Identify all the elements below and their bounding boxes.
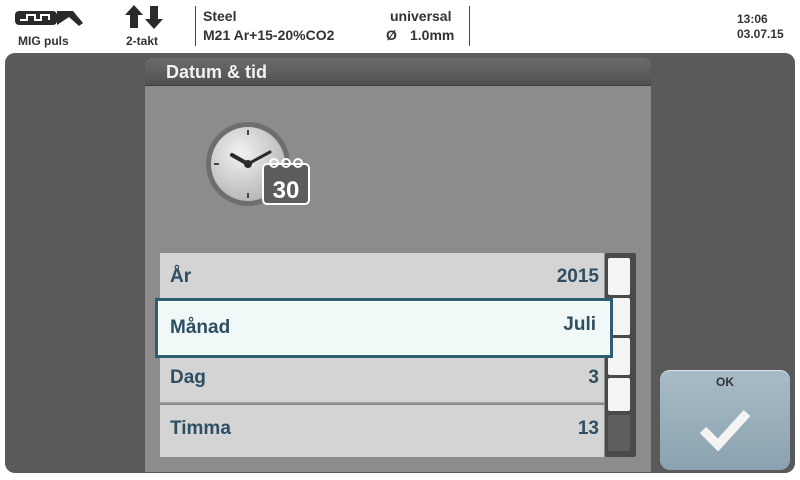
wire-type-label: universal [390,8,452,24]
list-item-hour[interactable]: Timma 13 [160,405,604,457]
row-label: Dag [170,367,206,388]
two-stroke-arrows-icon [125,5,163,29]
list-item-day[interactable]: Dag 3 [160,354,604,403]
gas-label: M21 Ar+15-20%CO2 [203,27,335,43]
scroll-segment [608,258,630,295]
dialog-title: Datum & tid [145,58,651,86]
status-bar: MIG puls 2-takt Steel M21 Ar+15-20%CO2 u… [0,0,800,52]
diameter-symbol: Ø [386,27,397,43]
wire-diameter-label: 1.0mm [410,27,455,43]
row-value: 3 [588,367,599,388]
row-value: 2015 [556,266,599,287]
trigger-mode-indicator[interactable]: 2-takt [110,0,180,52]
status-date: 03.07.15 [737,27,784,41]
mig-pulse-torch-icon [15,11,83,26]
row-label: Timma [170,418,231,439]
row-value: Juli [563,314,596,335]
scroll-segment [608,378,630,411]
process-mode-label: MIG puls [18,34,69,48]
list-item-year[interactable]: År 2015 [160,253,604,302]
divider [469,6,470,46]
row-label: Månad [170,317,231,338]
row-value: 13 [577,418,599,439]
scroll-segment [608,415,630,451]
calendar-day-number: 30 [273,177,300,204]
clock-calendar-icon: 30 [206,122,310,206]
trigger-mode-label: 2-takt [126,34,159,48]
ok-button-label: OK [716,375,734,389]
status-time: 13:06 [737,12,768,26]
ok-button[interactable]: OK [660,370,790,470]
process-mode-indicator[interactable]: MIG puls [0,0,90,52]
checkmark-icon [699,409,751,452]
list-item-month[interactable]: Månad Juli [155,298,613,358]
row-label: År [170,266,192,287]
material-info[interactable]: Steel M21 Ar+15-20%CO2 universal Ø 1.0mm [196,0,469,52]
material-label: Steel [203,8,237,24]
